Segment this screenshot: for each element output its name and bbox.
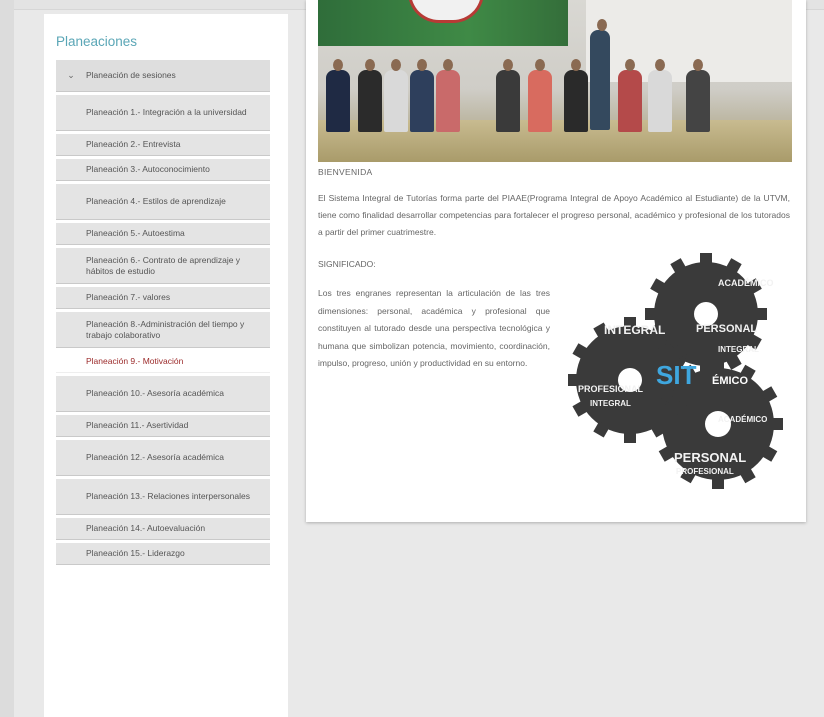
sidebar-item-label: Planeación 2.- Entrevista (86, 139, 181, 149)
welcome-paragraph: El Sistema Integral de Tutorías forma pa… (318, 193, 790, 237)
section-header-planeacion-sesiones[interactable]: ⌄ Planeación de sesiones (56, 60, 270, 92)
person-figure (384, 70, 408, 132)
sidebar-item-planeacion-3[interactable]: Planeación 3.- Autoconocimiento (56, 159, 270, 181)
sidebar-item-planeacion-7[interactable]: Planeación 7.- valores (56, 287, 270, 309)
emblem-logo (408, 0, 484, 23)
sidebar-item-label: Planeación 4.- Estilos de aprendizaje (86, 196, 226, 206)
cloud-word: ACADÉMICO (718, 278, 774, 288)
sidebar-item-label: Planeación 6.- Contrato de aprendizaje y… (86, 254, 241, 276)
person-figure (648, 70, 672, 132)
sidebar-item-label: Planeación 13.- Relaciones interpersonal… (86, 491, 250, 501)
sidebar-item-label: Planeación 9.- Motivación (86, 356, 184, 366)
sidebar-item-planeacion-10[interactable]: Planeación 10.- Asesoría académica (56, 376, 270, 412)
sidebar-item-planeacion-12[interactable]: Planeación 12.- Asesoría académica (56, 440, 270, 476)
sidebar-item-label: Planeación 1.- Integración a la universi… (86, 107, 247, 117)
sidebar-item-planeacion-9[interactable]: Planeación 9.- Motivación (56, 351, 270, 373)
sidebar-item-label: Planeación 11.- Asertividad (86, 420, 189, 430)
gears-wordcloud-logo: INTEGRAL PERSONAL ACADÉMICO PROFESIONAL … (568, 253, 783, 489)
banner-backdrop (318, 0, 568, 46)
sidebar-item-planeacion-8[interactable]: Planeación 8.-Administración del tiempo … (56, 312, 270, 348)
cloud-word-emico: ÉMICO (712, 374, 749, 387)
person-head (625, 59, 635, 71)
cloud-word: INTEGRAL (604, 323, 665, 337)
sidebar-item-planeacion-4[interactable]: Planeación 4.- Estilos de aprendizaje (56, 184, 270, 220)
sidebar-item-planeacion-13[interactable]: Planeación 13.- Relaciones interpersonal… (56, 479, 270, 515)
sidebar-item-label: Planeación 10.- Asesoría académica (86, 388, 224, 398)
person-head (597, 19, 607, 31)
cloud-word-sit: SIT (656, 360, 697, 390)
welcome-heading: BIENVENIDA (318, 167, 373, 177)
sidebar-item-label: Planeación 8.-Administración del tiempo … (86, 318, 245, 340)
sidebar-item-label: Planeación 5.- Autoestima (86, 228, 185, 238)
page-left-gutter (0, 0, 14, 717)
person-figure (410, 70, 434, 132)
sidebar-item-planeacion-1[interactable]: Planeación 1.- Integración a la universi… (56, 95, 270, 131)
person-figure (358, 70, 382, 132)
person-head (693, 59, 703, 71)
meaning-heading: SIGNIFICADO: (318, 259, 376, 269)
person-figure (590, 30, 610, 130)
cloud-word: PROFESIONAL (578, 384, 644, 394)
person-head (503, 59, 513, 71)
sidebar-item-label: Planeación 12.- Asesoría académica (86, 452, 224, 462)
sidebar-title: Planeaciones (56, 34, 138, 49)
sidebar-item-label: Planeación 14.- Autoevaluación (86, 523, 206, 533)
person-figure (564, 70, 588, 132)
person-head (365, 59, 375, 71)
person-figure (326, 70, 350, 132)
person-head (655, 59, 665, 71)
person-head (535, 59, 545, 71)
chevron-down-icon: ⌄ (67, 70, 75, 80)
sidebar-item-planeacion-5[interactable]: Planeación 5.- Autoestima (56, 223, 270, 245)
person-figure (496, 70, 520, 132)
sidebar-item-planeacion-11[interactable]: Planeación 11.- Asertividad (56, 415, 270, 437)
person-head (417, 59, 427, 71)
meaning-paragraph: Los tres engranes representan la articul… (318, 288, 550, 368)
person-figure (528, 70, 552, 132)
hero-photo (318, 0, 792, 162)
cloud-word: PERSONAL (674, 450, 746, 465)
cloud-word: INTEGRAL (718, 345, 759, 354)
sidebar-item-label: Planeación 3.- Autoconocimiento (86, 164, 210, 174)
sidebar-item-label: Planeación 7.- valores (86, 292, 171, 302)
cloud-word: PROFESIONAL (676, 467, 734, 476)
person-head (443, 59, 453, 71)
person-head (391, 59, 401, 71)
content-card: BIENVENIDA El Sistema Integral de Tutorí… (306, 0, 806, 522)
person-figure (686, 70, 710, 132)
person-head (571, 59, 581, 71)
cloud-word: INTEGRAL (590, 399, 631, 408)
sidebar: Planeaciones ⌄ Planeación de sesiones Pl… (44, 14, 288, 717)
sidebar-item-planeacion-2[interactable]: Planeación 2.- Entrevista (56, 134, 270, 156)
sidebar-item-label: Planeación 15.- Liderazgo (86, 548, 185, 558)
section-header-label: Planeación de sesiones (86, 70, 176, 80)
sidebar-item-planeacion-15[interactable]: Planeación 15.- Liderazgo (56, 543, 270, 565)
sidebar-item-planeacion-14[interactable]: Planeación 14.- Autoevaluación (56, 518, 270, 540)
sidebar-item-planeacion-6[interactable]: Planeación 6.- Contrato de aprendizaje y… (56, 248, 270, 284)
projection-screen (586, 0, 792, 82)
sidebar-menu: ⌄ Planeación de sesiones Planeación 1.- … (56, 60, 270, 568)
cloud-word: PERSONAL (696, 323, 757, 335)
person-figure (436, 70, 460, 132)
person-head (333, 59, 343, 71)
cloud-word: ACADÉMICO (718, 415, 767, 424)
person-figure (618, 70, 642, 132)
